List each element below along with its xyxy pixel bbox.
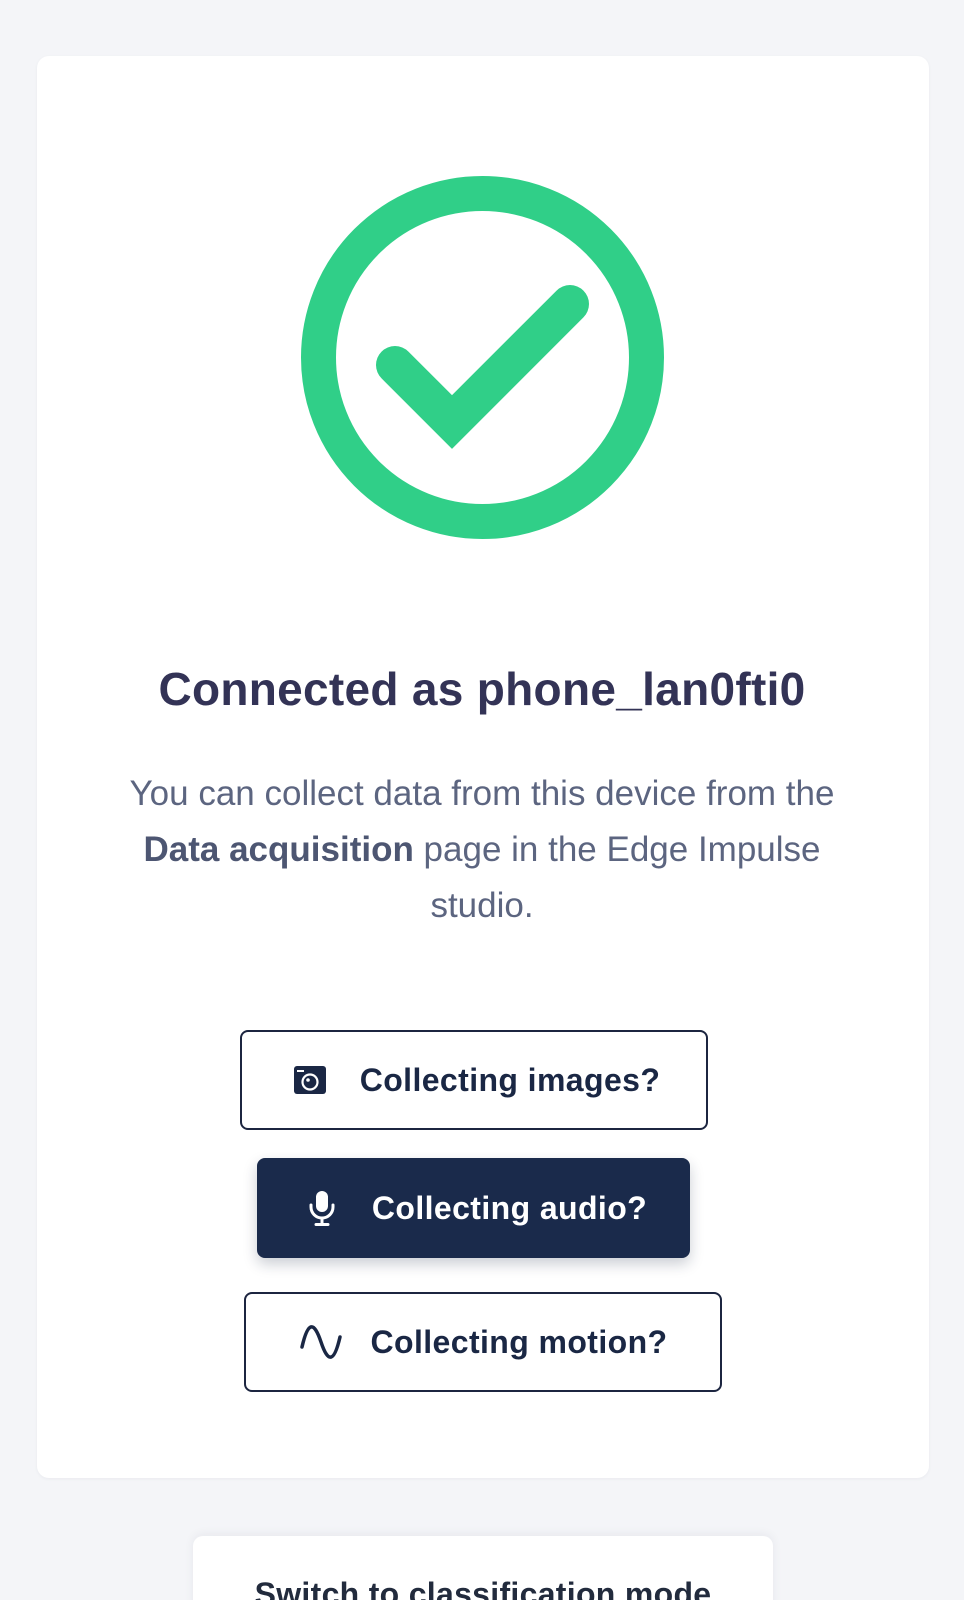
collect-motion-label: Collecting motion? <box>370 1323 668 1360</box>
connection-title: Connected as phone_lan0fti0 <box>158 663 806 715</box>
check-circle-icon <box>301 176 664 539</box>
camera-icon <box>288 1058 332 1102</box>
description-text-end: page in the Edge Impulse studio. <box>413 830 821 925</box>
connection-description: You can collect data from this device fr… <box>100 766 864 934</box>
collect-images-label: Collecting images? <box>359 1061 661 1098</box>
sine-wave-icon <box>299 1320 343 1364</box>
description-text-start: You can collect data from this device fr… <box>129 774 835 813</box>
collect-motion-button[interactable]: Collecting motion? <box>244 1292 722 1392</box>
collect-audio-label: Collecting audio? <box>371 1189 648 1226</box>
switch-classification-mode-button[interactable]: Switch to classification mode <box>193 1576 773 1600</box>
collect-audio-button[interactable]: Collecting audio? <box>257 1158 690 1258</box>
collect-images-button[interactable]: Collecting images? <box>240 1030 708 1130</box>
data-acquisition-text: Data acquisition <box>143 830 414 869</box>
page: Connected as phone_lan0fti0 You can coll… <box>0 0 964 1600</box>
mode-panel: Switch to classification mode <box>193 1536 773 1600</box>
microphone-icon <box>300 1186 344 1230</box>
